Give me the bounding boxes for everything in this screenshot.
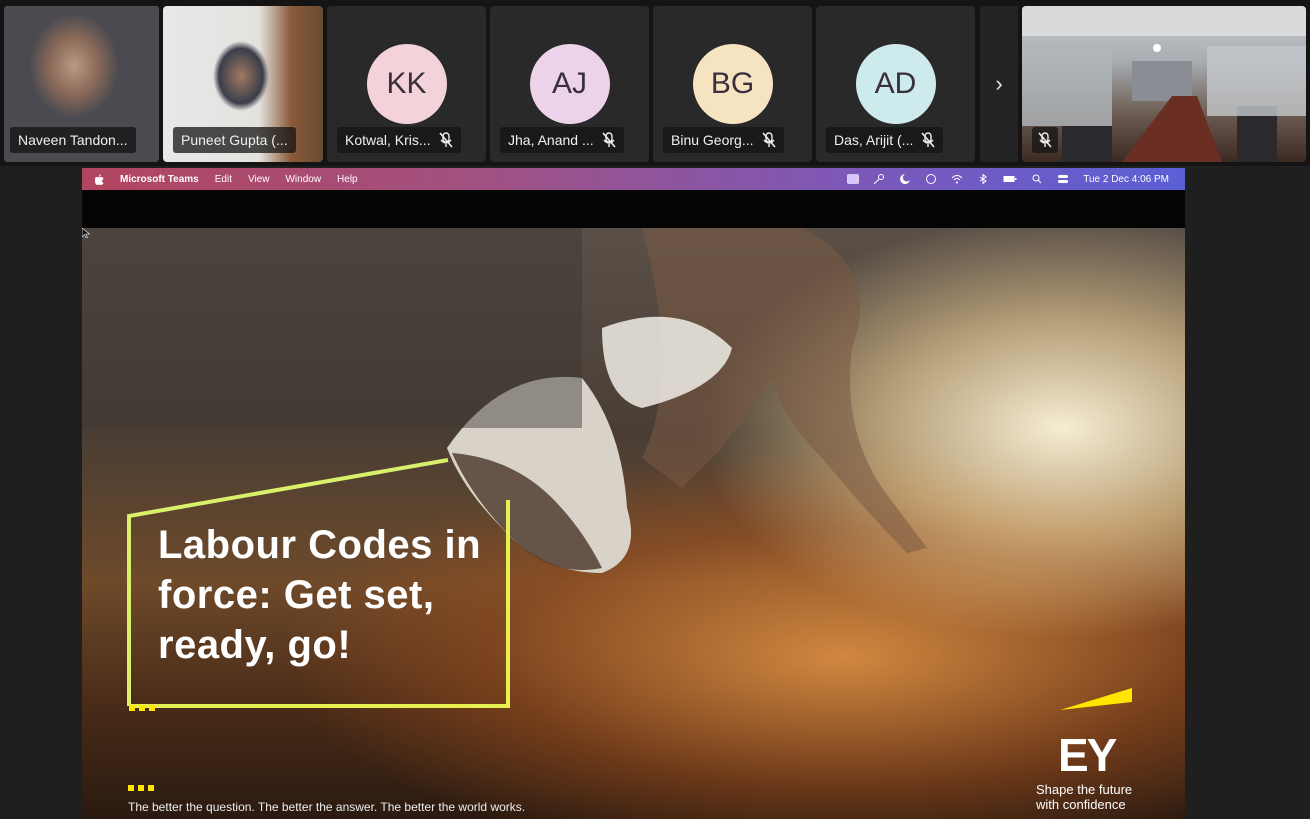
more-participants-button[interactable]: › — [980, 6, 1018, 162]
participant-name: Puneet Gupta (... — [181, 132, 288, 148]
tagline-dots — [128, 785, 154, 791]
ey-slogan-line1: Shape the future — [1036, 782, 1133, 797]
participant-name: Kotwal, Kris... — [345, 132, 431, 148]
avatar: AD — [855, 44, 936, 124]
menu-item-edit: Edit — [214, 173, 232, 185]
menubar-clock: Tue 2 Dec 4:06 PM — [1083, 173, 1169, 185]
mouse-cursor-icon — [82, 228, 90, 238]
help-circle-icon — [926, 174, 937, 184]
participant-tile-binu[interactable]: BG Binu Georg... — [653, 6, 812, 162]
avatar: AJ — [529, 44, 610, 124]
bluetooth-icon — [979, 174, 988, 184]
slide-tagline: The better the question. The better the … — [128, 800, 526, 814]
control-center-icon — [1058, 175, 1069, 183]
menu-item-view: View — [247, 173, 270, 185]
mac-menubar: Microsoft Teams Edit View Window Help Tu… — [82, 168, 1185, 190]
participant-namebar: Jha, Anand ... — [500, 127, 624, 153]
slide-title: Labour Codes in force: Get set, ready, g… — [158, 523, 482, 667]
room-scene — [1022, 6, 1306, 162]
mic-off-icon — [1038, 132, 1052, 148]
frame-dots — [129, 705, 155, 711]
menu-item-help: Help — [337, 173, 358, 185]
participant-name: Das, Arijit (... — [834, 132, 914, 148]
participant-namebar: Naveen Tandon... — [10, 127, 136, 153]
participant-tile-jha[interactable]: AJ Jha, Anand ... — [490, 6, 649, 162]
ey-beam — [1060, 688, 1132, 710]
screen-share-icon — [847, 174, 860, 184]
ey-slogan-line2: with confidence — [1036, 797, 1126, 812]
participant-tile-naveen[interactable]: Naveen Tandon... — [4, 6, 159, 162]
battery-icon — [1003, 176, 1017, 182]
participant-tile-kotwal[interactable]: KK Kotwal, Kris... — [327, 6, 486, 162]
avatar: BG — [692, 44, 773, 124]
wifi-icon — [951, 175, 963, 184]
key-icon — [873, 174, 885, 184]
apple-icon — [95, 173, 104, 185]
presentation-letterbox — [82, 190, 1185, 228]
participant-namebar: Kotwal, Kris... — [337, 127, 461, 153]
participant-strip: Naveen Tandon... Puneet Gupta (... KK Ko… — [0, 0, 1310, 166]
participant-namebar: Das, Arijit (... — [826, 127, 944, 153]
moon-icon — [900, 174, 911, 184]
participant-name: Binu Georg... — [671, 132, 754, 148]
menu-item-window: Window — [285, 173, 322, 185]
avatar: KK — [366, 44, 447, 124]
presentation-slide: Labour Codes in force: Get set, ready, g… — [82, 228, 1185, 819]
search-icon — [1032, 174, 1042, 184]
background-blur — [82, 228, 582, 428]
ey-slogan: Shape the future with confidence — [1036, 782, 1132, 812]
ey-logo: EY — [1058, 729, 1117, 781]
participant-tile-das[interactable]: AD Das, Arijit (... — [816, 6, 975, 162]
mic-off-icon — [921, 132, 935, 148]
participant-name: Jha, Anand ... — [508, 132, 594, 148]
participant-namebar — [1032, 127, 1058, 153]
participant-tile-room[interactable] — [1022, 6, 1306, 162]
participant-tile-puneet[interactable]: Puneet Gupta (... — [163, 6, 323, 162]
mic-off-icon — [438, 132, 453, 148]
participant-namebar: Binu Georg... — [663, 127, 784, 153]
menubar-tray: Tue 2 Dec 4:06 PM — [847, 174, 1169, 185]
shared-screen[interactable]: Microsoft Teams Edit View Window Help Tu… — [82, 168, 1185, 819]
mic-off-icon — [602, 132, 616, 148]
menu-app-name: Microsoft Teams — [120, 173, 199, 185]
chevron-right-icon: › — [995, 71, 1003, 96]
participant-namebar: Puneet Gupta (... — [173, 127, 296, 153]
mic-off-icon — [761, 132, 776, 148]
participant-name: Naveen Tandon... — [18, 132, 128, 148]
